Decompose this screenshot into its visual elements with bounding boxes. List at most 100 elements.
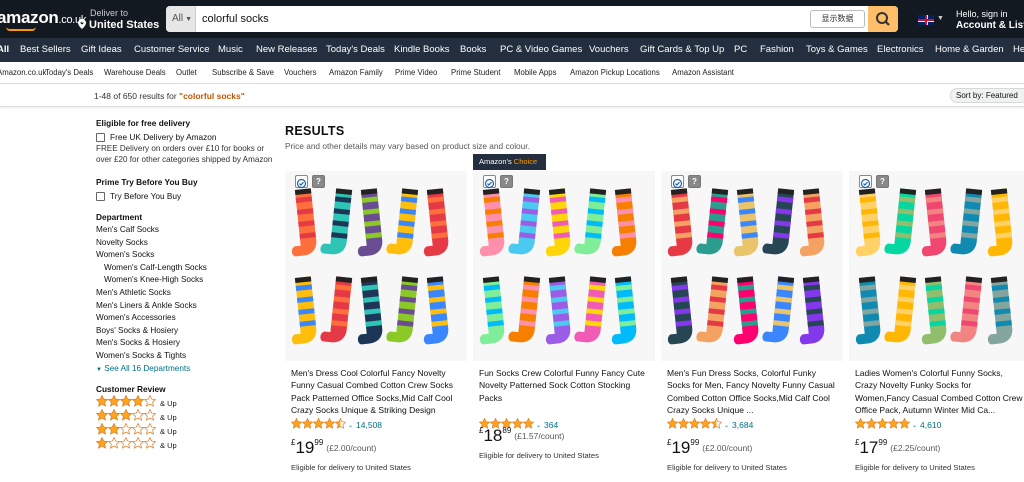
subnav-prime-video[interactable]: Prime Video (395, 62, 437, 83)
product-price[interactable]: £1889(£1.57/count) (479, 426, 564, 446)
filter-sidebar: Eligible for free delivery Free UK Deliv… (95, 118, 276, 454)
department-link[interactable]: Novelty Socks (96, 237, 276, 250)
nav-item-all[interactable]: All (0, 38, 9, 62)
product-image[interactable] (849, 171, 1024, 361)
info-question-icon[interactable]: ? (312, 175, 325, 188)
star-rating-icon (666, 416, 723, 434)
department-link[interactable]: Men's Liners & Ankle Socks (96, 300, 276, 313)
nav-item-fashion[interactable]: Fashion (760, 38, 794, 62)
product-price[interactable]: £1999(£2.00/count) (291, 438, 376, 458)
department-link[interactable]: Women's Socks (96, 249, 276, 262)
subnav-todays-deals[interactable]: Today's Deals (45, 62, 93, 83)
nav-item-pc-video-games[interactable]: PC & Video Games (500, 38, 582, 62)
product-image[interactable] (661, 171, 843, 361)
subnav-mobile-apps[interactable]: Mobile Apps (514, 62, 556, 83)
department-link[interactable]: Men's Athletic Socks (96, 287, 276, 300)
product-title-link[interactable]: Ladies Women's Colorful Funny Socks, Cra… (855, 367, 1024, 417)
subnav-outlet[interactable]: Outlet (176, 62, 197, 83)
nav-item-vouchers[interactable]: Vouchers (589, 38, 629, 62)
subnav-prime-student[interactable]: Prime Student (451, 62, 500, 83)
product-image[interactable] (473, 171, 655, 361)
nav-item-best-sellers[interactable]: Best Sellers (20, 38, 71, 62)
product-price[interactable]: £1799(£2.25/count) (855, 438, 940, 458)
nav-item-gift-cards[interactable]: Gift Cards & Top Up (640, 38, 724, 62)
subnav-subscribe-save[interactable]: Subscribe & Save (212, 62, 274, 83)
amazon-logo[interactable]: amazon.co.uk (0, 8, 86, 28)
info-question-icon[interactable]: ? (500, 175, 513, 188)
greeting-label: Hello, sign in (956, 9, 1008, 19)
product-rating[interactable]: ⌄ 14,508 (290, 417, 382, 431)
customer-review-heading: Customer Review (96, 384, 166, 395)
results-subheading: Price and other details may vary based o… (285, 141, 530, 151)
nav-item-music[interactable]: Music (218, 38, 243, 62)
product-image[interactable] (285, 171, 467, 361)
department-link[interactable]: Women's Accessories (96, 312, 276, 325)
language-flag-icon[interactable] (918, 15, 934, 25)
review-count[interactable]: 3,684 (732, 420, 753, 430)
product-rating[interactable]: ⌄ 3,684 (666, 416, 753, 434)
top-nav-bar: amazon.co.uk Deliver to United States Al… (0, 0, 1024, 38)
chevron-down-icon: ⌄ (724, 422, 730, 429)
results-info-bar: 1-48 of 650 results for "colorful socks"… (0, 85, 1024, 107)
review-count[interactable]: 4,610 (920, 420, 941, 430)
account-lists-button[interactable]: Hello, sign in Account & Lists (956, 9, 1024, 31)
nav-item-electronics[interactable]: Electronics (877, 38, 923, 62)
department-link[interactable]: Women's Calf-Length Socks (96, 262, 276, 275)
search-input[interactable] (202, 6, 802, 32)
see-all-departments-link[interactable]: ▼ See All 16 Departments (96, 363, 276, 377)
chevron-down-icon: ⌄ (912, 422, 918, 429)
product-price[interactable]: £1999(£2.00/count) (667, 438, 752, 458)
search-category-dropdown[interactable]: All ▼ (166, 6, 196, 32)
nav-item-new-releases[interactable]: New Releases (256, 38, 317, 62)
nav-item-home-garden[interactable]: Home & Garden (935, 38, 1004, 62)
subnav-amazon-co-uk[interactable]: Amazon.co.uk (0, 62, 46, 83)
unit-price: (£2.25/count) (890, 443, 941, 453)
nav-item-books[interactable]: Books (460, 38, 486, 62)
product-title-link[interactable]: Men's Fun Dress Socks, Colorful Funky So… (667, 367, 839, 417)
subnav-amazon-assistant[interactable]: Amazon Assistant (672, 62, 734, 83)
nav-item-customer-service[interactable]: Customer Service (134, 38, 210, 62)
review-count[interactable]: 14,508 (356, 420, 382, 430)
unit-price: (£2.00/count) (702, 443, 753, 453)
product-title-link[interactable]: Fun Socks Crew Colorful Funny Fancy Cute… (479, 367, 651, 417)
socks-image (667, 188, 825, 345)
free-uk-delivery-checkbox[interactable]: Free UK Delivery by Amazon (96, 132, 276, 142)
subnav-warehouse-deals[interactable]: Warehouse Deals (104, 62, 166, 83)
nav-item-toys-games[interactable]: Toys & Games (806, 38, 868, 62)
delivery-eligibility: Eligible for delivery to United States (855, 463, 975, 472)
department-link[interactable]: Men's Calf Socks (96, 224, 276, 237)
info-question-icon[interactable]: ? (876, 175, 889, 188)
results-heading: RESULTS (285, 124, 345, 138)
product-rating[interactable]: ⌄ 4,610 (854, 416, 941, 434)
socks-image (855, 188, 1013, 345)
department-link[interactable]: Women's Socks & Tights (96, 350, 276, 363)
delivery-eligibility: Eligible for delivery to United States (479, 451, 599, 460)
nav-item-todays-deals[interactable]: Today's Deals (326, 38, 385, 62)
department-link[interactable]: Women's Knee-High Socks (96, 274, 276, 287)
checkbox-icon (96, 132, 105, 142)
account-lists-label: Account & Lists (956, 20, 1024, 31)
subnav-vouchers[interactable]: Vouchers (284, 62, 317, 83)
nav-item-more[interactable]: He (1013, 38, 1024, 62)
delivery-eligibility: Eligible for delivery to United States (667, 463, 787, 472)
subnav-amazon-family[interactable]: Amazon Family (329, 62, 383, 83)
ime-display-button[interactable]: 显示数据 (810, 10, 865, 28)
star-rating-icon (95, 436, 157, 454)
star-rating-icon (854, 416, 911, 434)
try-before-you-buy-checkbox[interactable]: Try Before You Buy (96, 191, 276, 201)
nav-item-gift-ideas[interactable]: Gift Ideas (81, 38, 122, 62)
nav-item-kindle-books[interactable]: Kindle Books (394, 38, 449, 62)
search-button[interactable] (868, 6, 898, 32)
product-card: Amazon's Choice ? Fun Socks Crew Colorfu… (473, 154, 655, 482)
department-link[interactable]: Boys' Socks & Hosiery (96, 325, 276, 338)
socks-image (291, 188, 449, 345)
department-link[interactable]: Men's Socks & Hosiery (96, 337, 276, 350)
deliver-to-button[interactable]: Deliver to United States (78, 8, 159, 31)
info-question-icon[interactable]: ? (688, 175, 701, 188)
review-filter-1[interactable]: & Up (95, 436, 276, 454)
department-list: Men's Calf Socks Novelty Socks Women's S… (96, 224, 276, 376)
product-title-link[interactable]: Men's Dress Cool Colorful Fancy Novelty … (291, 367, 463, 417)
nav-item-pc[interactable]: PC (734, 38, 747, 62)
sort-dropdown[interactable]: Sort by: Featured (950, 88, 1024, 103)
subnav-pickup-locations[interactable]: Amazon Pickup Locations (570, 62, 660, 83)
